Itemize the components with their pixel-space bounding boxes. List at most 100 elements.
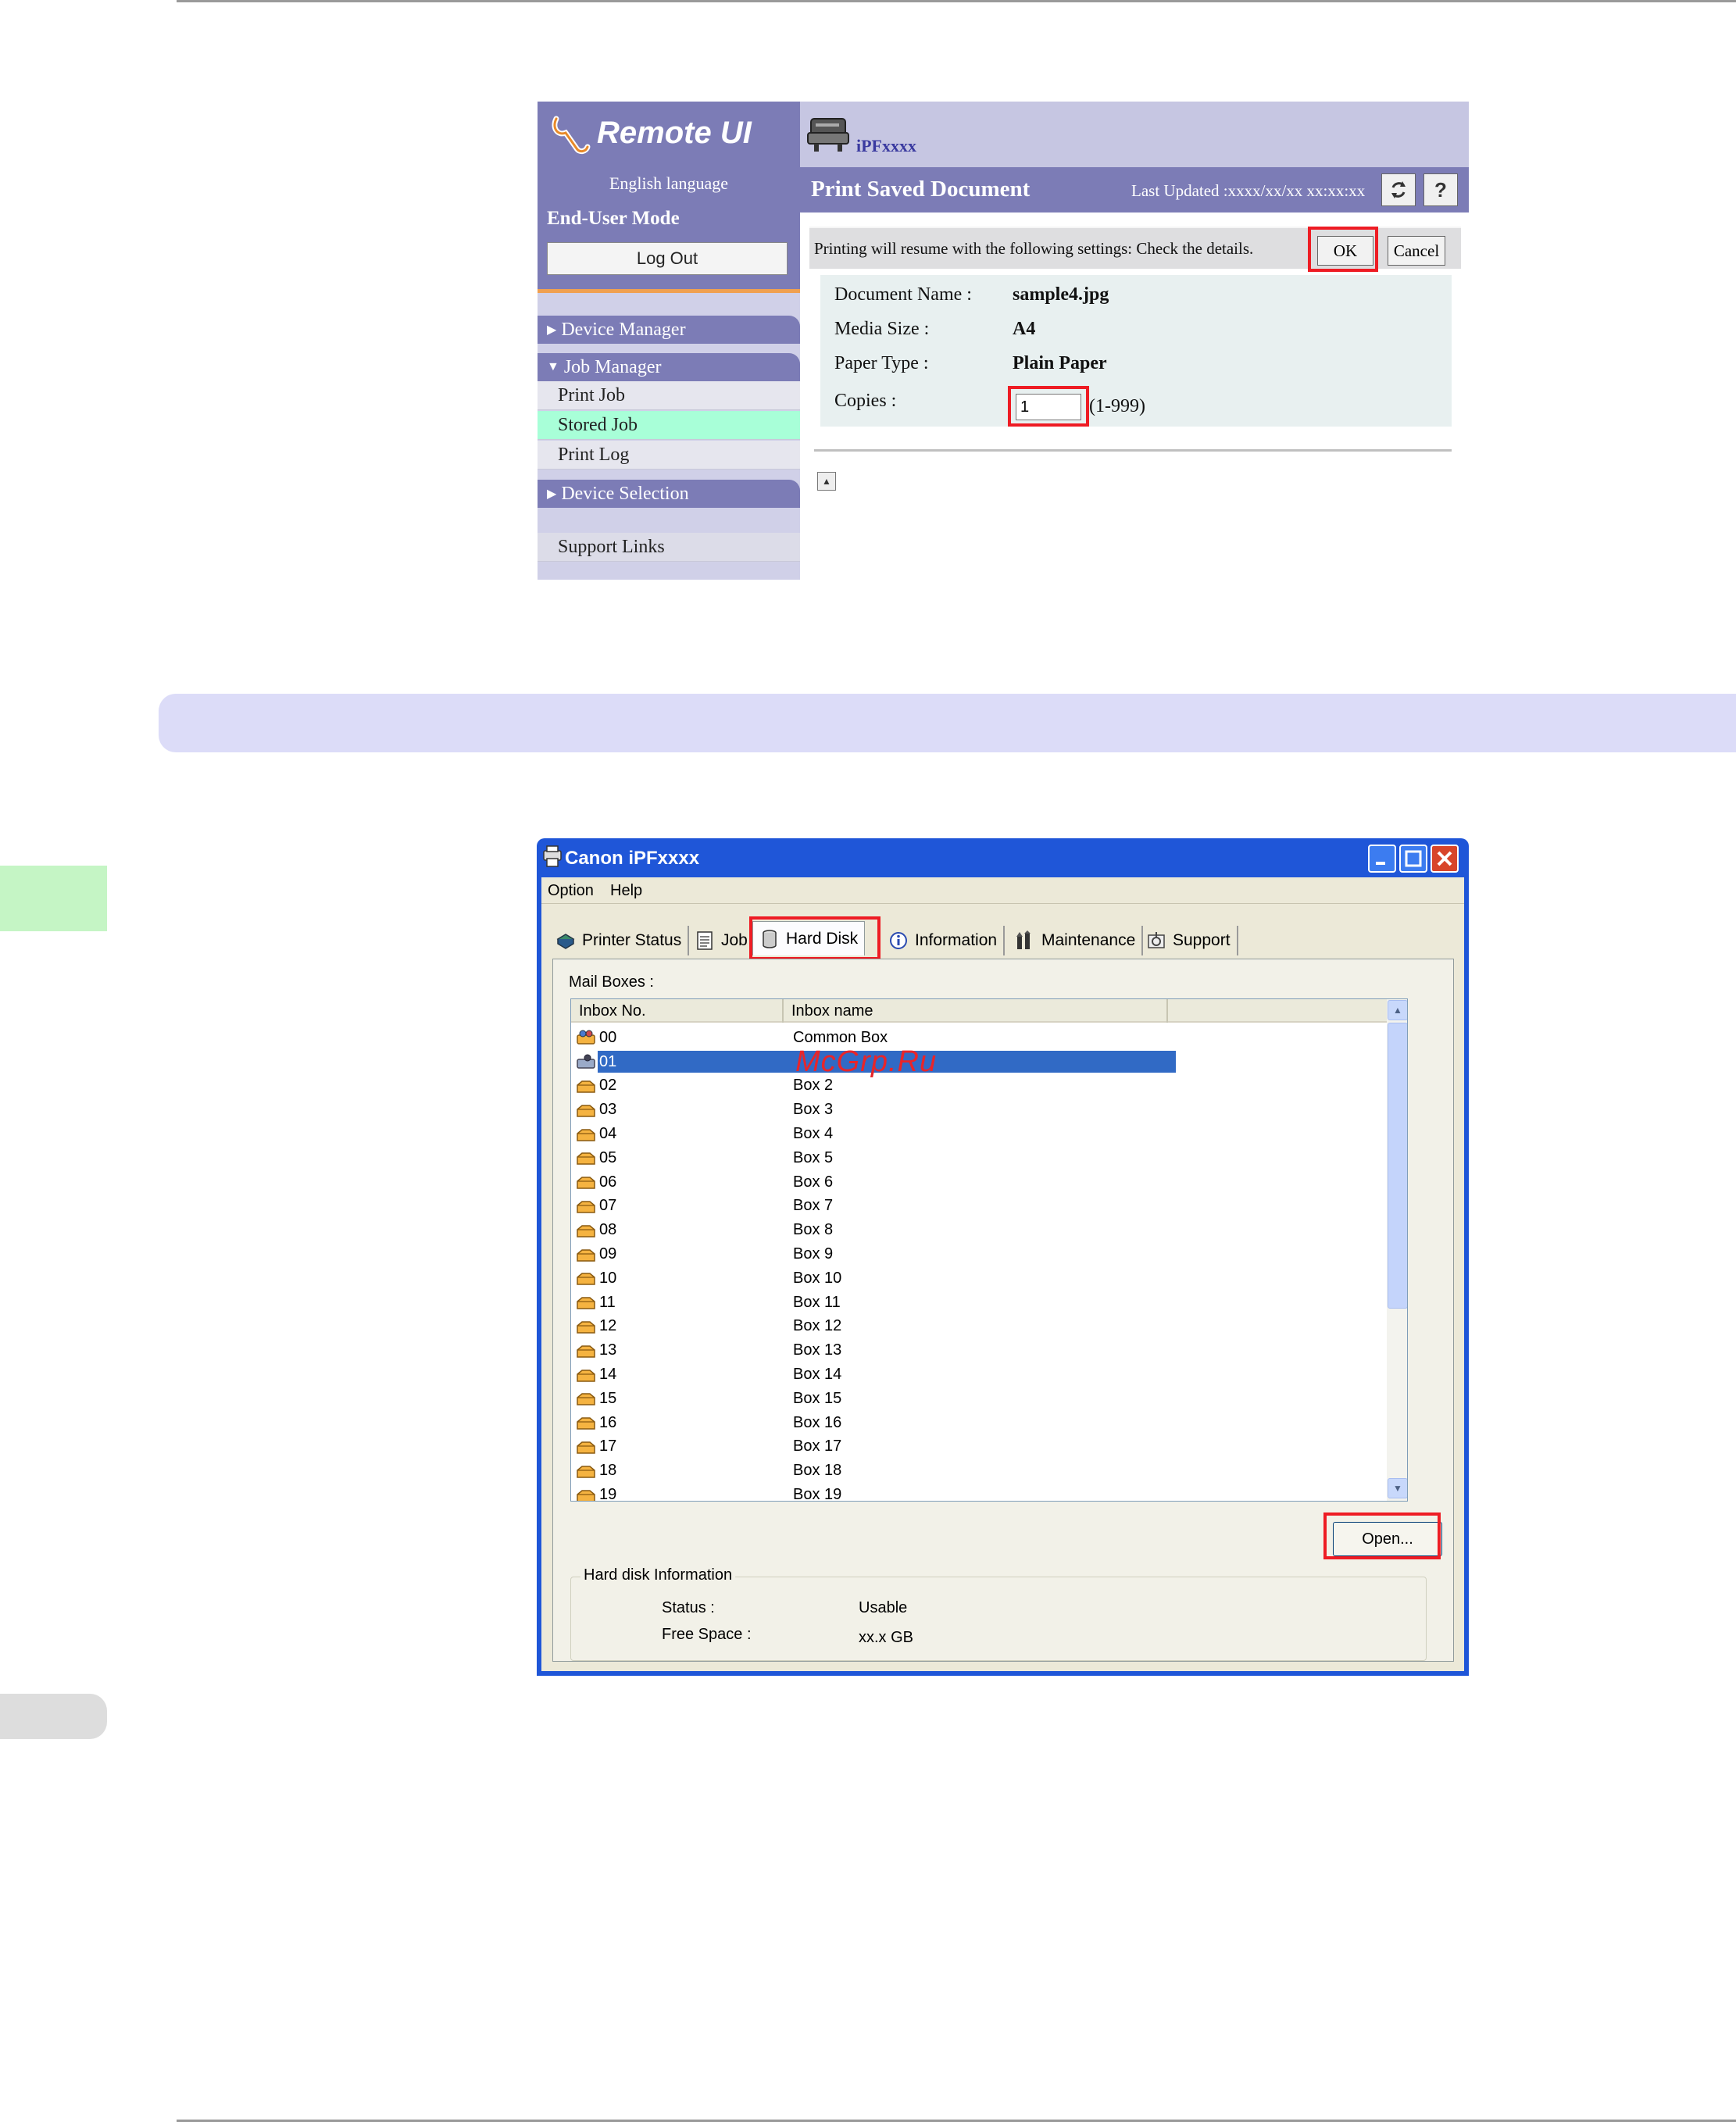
table-row[interactable]: 02 Box 2 [571, 1074, 1387, 1098]
language-link[interactable]: English language [538, 173, 800, 194]
common-box-icon [577, 1030, 595, 1045]
inbox-number: 18 [599, 1462, 617, 1480]
inbox-name: Box 10 [793, 1269, 842, 1287]
menu-option[interactable]: Option [548, 882, 594, 900]
table-row[interactable]: 16 Box 16 [571, 1411, 1387, 1435]
table-row[interactable]: 11 Box 11 [571, 1291, 1387, 1315]
chevron-right-icon: ▶ [547, 488, 557, 501]
open-highlight-box [1323, 1512, 1441, 1559]
table-row[interactable]: 08 Box 8 [571, 1218, 1387, 1242]
nav-print-job[interactable]: Print Job [538, 381, 800, 410]
tab-information[interactable]: Information [882, 926, 1006, 955]
maximize-icon [1405, 850, 1422, 867]
column-inbox-name[interactable]: Inbox name [784, 999, 1168, 1023]
scroll-down-button[interactable]: ▼ [1388, 1478, 1407, 1498]
chevron-down-icon: ▼ [1393, 1483, 1402, 1494]
vertical-scrollbar[interactable]: ▲ ▼ [1387, 999, 1407, 1501]
table-row[interactable]: 09 Box 9 [571, 1242, 1387, 1266]
nav-device-manager[interactable]: ▶ Device Manager [538, 316, 800, 344]
column-inbox-no[interactable]: Inbox No. [571, 999, 784, 1023]
table-row[interactable]: 04 Box 4 [571, 1122, 1387, 1146]
table-row[interactable]: 07 Box 7 [571, 1195, 1387, 1219]
confirmation-message: Printing will resume with the following … [814, 239, 1254, 258]
close-button[interactable] [1431, 845, 1459, 873]
menu-help[interactable]: Help [610, 882, 642, 900]
nav-job-manager[interactable]: ▼ Job Manager [538, 353, 800, 381]
cancel-button[interactable]: Cancel [1388, 236, 1445, 266]
mailbox-list[interactable]: Inbox No. Inbox name 00 Common Box 01 02 Box… [570, 998, 1408, 1502]
remote-ui-logo-text: Remote UI [597, 116, 752, 150]
last-updated: Last Updated :xxxx/xx/xx xx:xx:xx [1131, 181, 1366, 200]
tab-support-label: Support [1173, 931, 1231, 949]
table-row[interactable]: 00 Common Box [571, 1026, 1387, 1050]
inbox-name: Box 16 [793, 1413, 842, 1431]
mailbox-icon [577, 1417, 595, 1430]
table-row[interactable]: 13 Box 13 [571, 1338, 1387, 1362]
table-row[interactable]: 15 Box 15 [571, 1387, 1387, 1411]
inbox-name: Common Box [793, 1028, 888, 1046]
table-row[interactable]: 17 Box 17 [571, 1435, 1387, 1459]
table-row[interactable]: 05 Box 5 [571, 1146, 1387, 1170]
maximize-button[interactable] [1399, 845, 1427, 873]
page-top-button[interactable]: ▲ [817, 472, 836, 491]
watermark-text: McGrp.Ru [795, 1045, 938, 1078]
printer-icon [807, 118, 849, 152]
detail-label: Paper Type : [834, 353, 929, 373]
table-row[interactable]: 18 Box 18 [571, 1459, 1387, 1483]
remote-ui-screenshot: Remote UI English language End-User Mode… [538, 102, 1469, 580]
tab-maintenance[interactable]: Maintenance [1009, 926, 1144, 955]
tab-printer-status-label: Printer Status [582, 931, 682, 949]
minimize-button[interactable] [1368, 845, 1396, 873]
scroll-up-button[interactable]: ▲ [1388, 1000, 1407, 1020]
printer-app-icon [543, 845, 562, 867]
table-row[interactable]: 01 [571, 1050, 1387, 1074]
inbox-name: Box 7 [793, 1197, 834, 1215]
mailbox-icon [577, 1248, 595, 1262]
nav-support-links[interactable]: Support Links [538, 533, 800, 562]
refresh-button[interactable] [1381, 173, 1416, 206]
table-row[interactable]: 12 Box 12 [571, 1315, 1387, 1339]
table-row[interactable]: 10 Box 10 [571, 1266, 1387, 1291]
nav-device-selection-label: Device Selection [561, 483, 689, 504]
table-row[interactable]: 14 Box 14 [571, 1362, 1387, 1387]
printer-status-window: Canon iPFxxxx Option Help Printer Status [537, 838, 1469, 1676]
hard-disk-highlight-box [749, 916, 881, 960]
inbox-name: Box 13 [793, 1341, 842, 1359]
hard-disk-info-title: Hard disk Information [580, 1566, 736, 1584]
inbox-number: 02 [599, 1077, 617, 1095]
table-row[interactable]: 19 Box 19 [571, 1483, 1387, 1501]
inbox-name: Box 4 [793, 1125, 834, 1143]
inbox-number: 06 [599, 1173, 617, 1191]
logout-button[interactable]: Log Out [547, 242, 788, 275]
copies-label: Copies : [834, 391, 897, 411]
tab-job[interactable]: Job [688, 926, 755, 955]
tab-printer-status[interactable]: Printer Status [549, 926, 690, 955]
copies-range: (1-999) [1089, 396, 1145, 416]
inbox-number: 04 [599, 1125, 617, 1143]
tab-job-label: Job [721, 931, 748, 949]
printer-name: iPFxxxx [856, 136, 916, 155]
nav-device-selection[interactable]: ▶ Device Selection [538, 480, 800, 508]
nav-print-log[interactable]: Print Log [538, 441, 800, 470]
scroll-thumb[interactable] [1388, 1023, 1407, 1309]
user-mode-label: End-User Mode [547, 208, 680, 229]
mailbox-icon [577, 1225, 595, 1238]
job-list-icon [695, 930, 715, 951]
inbox-name: Box 8 [793, 1221, 834, 1239]
mailbox-icon [577, 1441, 595, 1454]
mailbox-icon [577, 1273, 595, 1286]
help-button[interactable]: ? [1423, 173, 1458, 206]
mailbox-icon [577, 1080, 595, 1093]
inbox-number: 13 [599, 1341, 617, 1359]
index-tab [0, 1694, 107, 1739]
table-row[interactable]: 03 Box 3 [571, 1098, 1387, 1122]
inbox-number: 01 [599, 1052, 617, 1070]
table-row[interactable]: 06 Box 6 [571, 1170, 1387, 1195]
mailbox-icon [577, 1177, 595, 1189]
hard-disk-info-group: Hard disk Information Status : Usable Fr… [570, 1566, 1427, 1661]
nav-stored-job[interactable]: Stored Job [538, 411, 800, 440]
mailbox-icon [577, 1297, 595, 1309]
detail-value: A4 [1013, 319, 1036, 339]
tab-support[interactable]: Support [1140, 926, 1238, 955]
inbox-name: Box 2 [793, 1077, 834, 1095]
